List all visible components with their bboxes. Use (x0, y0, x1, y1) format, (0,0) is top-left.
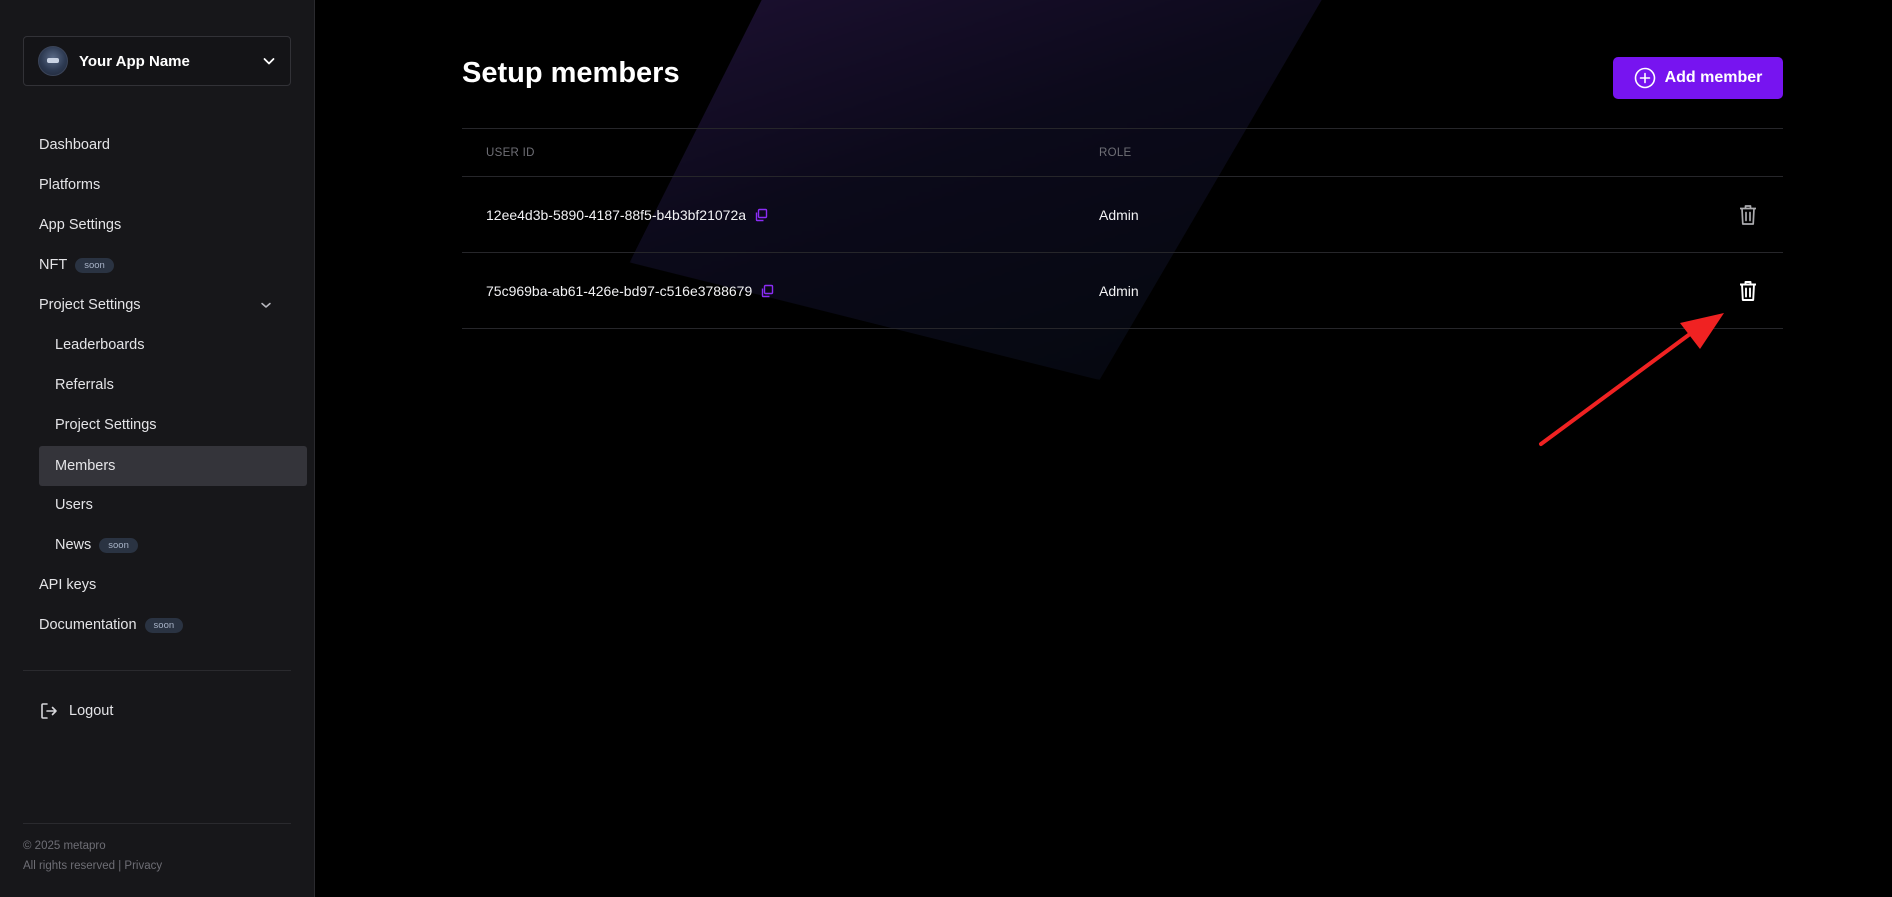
sidebar-item-app-settings[interactable]: App Settings (39, 206, 121, 244)
copy-icon[interactable] (754, 208, 768, 222)
sidebar-divider (23, 823, 291, 824)
soon-badge: soon (144, 617, 184, 633)
sidebar-item-label: App Settings (39, 217, 122, 233)
sidebar-item-project-settings-group[interactable]: Project Settings (39, 286, 279, 324)
sidebar-item-label: Dashboard (39, 137, 110, 153)
sidebar-item-dashboard[interactable]: Dashboard (39, 126, 110, 164)
sidebar-item-label: Referrals (55, 377, 114, 393)
sidebar-item-members[interactable]: Members (39, 446, 307, 486)
app-name: Your App Name (79, 52, 190, 70)
sidebar-item-label: Leaderboards (55, 337, 145, 353)
members-table: USER ID ROLE 12ee4d3b-5890-4187-88f5-b4b… (462, 128, 1783, 329)
table-header: USER ID ROLE (462, 128, 1783, 177)
sidebar-item-referrals[interactable]: Referrals (55, 366, 114, 404)
sidebar-item-label: Platforms (39, 177, 101, 193)
add-member-button[interactable]: Add member (1613, 57, 1783, 99)
sidebar-item-label: Project Settings (55, 417, 157, 433)
column-header-user-id: USER ID (486, 146, 535, 159)
footer-rights: All rights reserved | Privacy (23, 860, 162, 872)
user-id: 12ee4d3b-5890-4187-88f5-b4b3bf21072a (486, 206, 747, 223)
user-id: 75c969ba-ab61-426e-bd97-c516e3788679 (486, 282, 753, 299)
sidebar-item-label: Members (55, 458, 116, 474)
sidebar-item-documentation[interactable]: Documentation soon (39, 606, 184, 644)
logout-label: Logout (69, 703, 114, 719)
add-member-label: Add member (1664, 69, 1763, 86)
sidebar-item-label: NFT (39, 257, 68, 273)
column-header-role: ROLE (1099, 146, 1132, 159)
user-id-cell: 12ee4d3b-5890-4187-88f5-b4b3bf21072a (462, 207, 1099, 223)
role-cell: Admin (1099, 282, 1139, 299)
page-title: Setup members (462, 57, 680, 89)
sidebar-item-users[interactable]: Users (55, 486, 93, 524)
chevron-down-icon[interactable] (259, 298, 273, 312)
footer-rights-text: All rights reserved | (23, 860, 125, 872)
soon-badge: soon (75, 257, 114, 273)
privacy-link[interactable]: Privacy (124, 860, 162, 872)
chevron-down-icon (263, 58, 275, 65)
sidebar-item-label: News (55, 537, 92, 553)
sidebar-item-label: Project Settings (39, 297, 141, 313)
sidebar-item-label: API keys (39, 577, 97, 593)
table-row: 12ee4d3b-5890-4187-88f5-b4b3bf21072a Adm… (462, 177, 1783, 253)
copy-icon[interactable] (760, 284, 774, 298)
footer-copyright: © 2025 metapro (23, 840, 106, 852)
annotation-arrow (1539, 313, 1724, 446)
app-avatar (38, 46, 68, 76)
sidebar-item-api-keys[interactable]: API keys (39, 566, 96, 604)
sidebar-item-leaderboards[interactable]: Leaderboards (55, 326, 145, 364)
sidebar-item-platforms[interactable]: Platforms (39, 166, 100, 204)
trash-icon[interactable] (1737, 203, 1759, 227)
sidebar-item-project-settings[interactable]: Project Settings (55, 406, 157, 444)
sidebar-item-label: Users (55, 497, 93, 513)
sidebar: Your App Name Dashboard Platforms App Se… (0, 0, 315, 897)
sidebar-divider (23, 670, 291, 671)
sidebar-item-nft[interactable]: NFT soon (39, 246, 114, 284)
soon-badge: soon (99, 537, 138, 553)
sidebar-item-news[interactable]: News soon (55, 526, 138, 564)
user-id-cell: 75c969ba-ab61-426e-bd97-c516e3788679 (462, 283, 1099, 299)
plus-circle-icon (1634, 67, 1655, 89)
logout-button[interactable]: Logout (39, 694, 113, 728)
role-cell: Admin (1099, 206, 1139, 223)
sidebar-item-label: Documentation (39, 617, 137, 633)
trash-icon[interactable] (1737, 279, 1759, 303)
logout-icon (41, 703, 57, 719)
app-selector[interactable]: Your App Name (23, 36, 291, 86)
